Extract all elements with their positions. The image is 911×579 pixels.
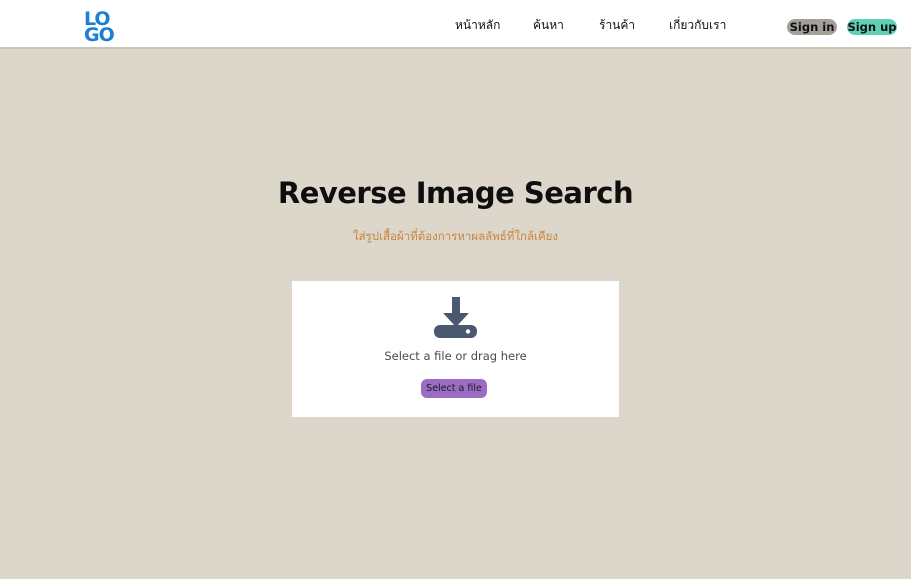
- nav-shop[interactable]: ร้านค้า: [599, 16, 635, 35]
- upload-hint: Select a file or drag here: [384, 349, 527, 363]
- sign-up-button[interactable]: Sign up: [847, 19, 897, 35]
- page-title: Reverse Image Search: [277, 176, 634, 210]
- download-icon: [434, 297, 477, 338]
- nav-home[interactable]: หน้าหลัก: [455, 16, 500, 35]
- top-navbar: LO GO หน้าหลัก ค้นหา ร้านค้า เกี่ยวกับเร…: [0, 0, 911, 49]
- page-subtitle: ใส่รูปเสื้อผ้าที่ต้องการหาผลลัพธ์ที่ใกล้…: [353, 229, 558, 243]
- nav-about[interactable]: เกี่ยวกับเรา: [669, 16, 726, 35]
- nav-search[interactable]: ค้นหา: [533, 16, 564, 35]
- select-file-button[interactable]: Select a file: [421, 379, 487, 398]
- logo-line-2: GO: [84, 24, 115, 46]
- logo[interactable]: LO GO: [84, 10, 118, 46]
- upload-dropzone[interactable]: Select a file or drag here Select a file: [292, 281, 619, 417]
- sign-in-button[interactable]: Sign in: [787, 19, 837, 35]
